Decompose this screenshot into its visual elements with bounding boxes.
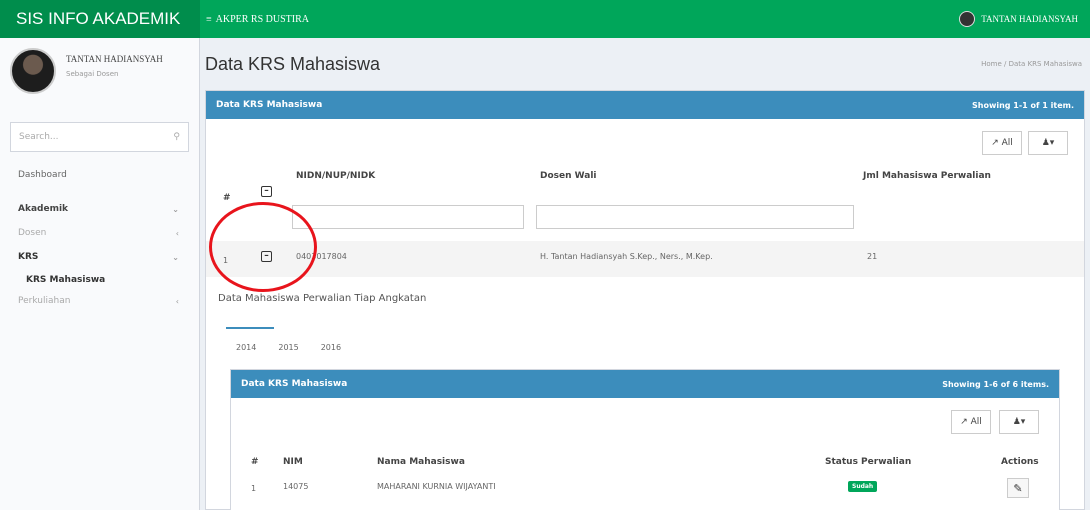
export-menu-button[interactable]: ♟▾ <box>999 410 1039 434</box>
sidebar-item-label: Dosen <box>18 228 47 238</box>
sidebar-item-akademik[interactable]: Akademik ⌄ <box>0 196 199 222</box>
sidebar-item-label: Akademik <box>18 204 69 214</box>
user-export-icon: ♟▾ <box>1012 417 1026 427</box>
column-header-jumlah[interactable]: Jml Mahasiswa Perwalian <box>863 171 991 181</box>
highlight-circle <box>209 202 317 292</box>
expand-arrows-icon: ↗ <box>991 138 1002 148</box>
column-header-status[interactable]: Status Perwalian <box>825 457 911 467</box>
tab-2016[interactable]: 2016 <box>321 343 341 352</box>
chevron-down-icon: ⌄ <box>172 252 179 262</box>
tab-2014[interactable]: 2014 <box>236 343 256 352</box>
row-number: 1 <box>251 484 257 493</box>
sidebar-user-role: Sebagai Dosen <box>66 70 119 78</box>
search-placeholder: Search... <box>19 132 59 142</box>
edit-button[interactable]: ✎ <box>1007 478 1029 498</box>
user-photo <box>10 48 56 94</box>
avatar <box>959 11 976 27</box>
main-content: Data KRS Mahasiswa Home / Data KRS Mahas… <box>200 38 1090 510</box>
hamburger-icon[interactable]: ≡ <box>206 14 212 25</box>
sidebar-item-label: KRS Mahasiswa <box>26 275 106 285</box>
row-nama: MAHARANI KURNIA WIJAYANTI <box>377 482 496 491</box>
sidebar-item-krs[interactable]: KRS ⌄ <box>0 244 199 270</box>
expand-arrows-icon: ↗ <box>960 417 971 427</box>
column-header-no: # <box>251 457 259 467</box>
top-navbar: SIS INFO AKADEMIK ≡ AKPER RS DUSTIRA TAN… <box>0 0 1090 38</box>
breadcrumb-current: Data KRS Mahasiswa <box>1008 60 1082 68</box>
tab-2015[interactable]: 2015 <box>278 343 298 352</box>
sidebar-item-perkuliahan[interactable]: Perkuliahan ‹ <box>0 290 199 312</box>
show-all-button[interactable]: ↗ All <box>951 410 991 434</box>
filter-nidn-input[interactable] <box>292 205 524 229</box>
search-input[interactable]: Search... ⚲ <box>10 122 189 152</box>
sidebar-item-label: KRS <box>18 252 39 262</box>
year-tabs: 2014 2015 2016 <box>236 343 341 352</box>
breadcrumb-home[interactable]: Home <box>981 60 1002 68</box>
box-title: Data KRS Mahasiswa <box>216 100 323 110</box>
active-tab-indicator <box>226 327 274 329</box>
institution-name: AKPER RS DUSTIRA <box>215 13 309 25</box>
status-badge: Sudah <box>848 481 878 492</box>
box-header: Data KRS Mahasiswa Showing 1-1 of 1 item… <box>206 91 1084 119</box>
krs-mahasiswa-box: Data KRS Mahasiswa Showing 1-6 of 6 item… <box>230 369 1060 510</box>
row-jumlah: 21 <box>867 252 878 261</box>
navbar-user-name: TANTAN HADIANSYAH <box>981 14 1078 24</box>
chevron-left-icon: ‹ <box>175 228 179 238</box>
box-title: Data KRS Mahasiswa <box>241 379 348 389</box>
sidebar-item-dosen[interactable]: Dosen ‹ <box>0 222 199 244</box>
column-header-actions: Actions <box>1001 457 1039 467</box>
column-header-dosen-wali[interactable]: Dosen Wali <box>540 171 597 181</box>
krs-dosen-box: Data KRS Mahasiswa Showing 1-1 of 1 item… <box>205 90 1085 510</box>
row-dosen-wali: H. Tantan Hadiansyah S.Kep., Ners., M.Ke… <box>540 252 713 261</box>
search-icon[interactable]: ⚲ <box>173 132 180 142</box>
column-header-no: # <box>223 193 231 203</box>
detail-title: Data Mahasiswa Perwalian Tiap Angkatan <box>218 293 427 304</box>
show-all-label: All <box>970 417 982 427</box>
page-title: Data KRS Mahasiswa <box>205 54 381 74</box>
sidebar-item-label: Dashboard <box>18 170 67 180</box>
pencil-icon: ✎ <box>1013 481 1023 495</box>
filter-dosen-input[interactable] <box>536 205 854 229</box>
brand-logo[interactable]: SIS INFO AKADEMIK <box>0 0 200 38</box>
show-all-label: All <box>1001 138 1013 148</box>
user-export-icon: ♟▾ <box>1041 138 1055 148</box>
box-header: Data KRS Mahasiswa Showing 1-6 of 6 item… <box>231 370 1059 398</box>
column-header-nama[interactable]: Nama Mahasiswa <box>377 457 465 467</box>
sidebar-item-dashboard[interactable]: Dashboard <box>0 162 199 188</box>
sidebar-toggle[interactable]: ≡ AKPER RS DUSTIRA <box>206 14 309 25</box>
breadcrumb: Home / Data KRS Mahasiswa <box>981 60 1082 68</box>
sidebar-user-name: TANTAN HADIANSYAH <box>66 54 163 64</box>
column-header-nidn[interactable]: NIDN/NUP/NIDK <box>296 171 375 181</box>
sidebar-item-label: Perkuliahan <box>18 296 71 306</box>
user-panel: TANTAN HADIANSYAH Sebagai Dosen <box>0 38 199 112</box>
row-nim: 14075 <box>283 482 309 491</box>
column-header-nim[interactable]: NIM <box>283 457 303 467</box>
sidebar-menu: Dashboard Akademik ⌄ Dosen ‹ KRS ⌄ KRS M… <box>0 162 199 312</box>
box-summary: Showing 1-1 of 1 item. <box>971 100 1074 110</box>
export-menu-button[interactable]: ♟▾ <box>1028 131 1068 155</box>
sidebar: TANTAN HADIANSYAH Sebagai Dosen Search..… <box>0 38 200 510</box>
chevron-down-icon: ⌄ <box>172 204 179 214</box>
box-summary: Showing 1-6 of 6 items. <box>942 379 1049 389</box>
sidebar-item-krs-mahasiswa[interactable]: KRS Mahasiswa <box>0 270 199 290</box>
show-all-button[interactable]: ↗ All <box>982 131 1022 155</box>
expand-toggle-icon[interactable]: – <box>261 186 272 197</box>
chevron-left-icon: ‹ <box>175 296 179 306</box>
user-menu[interactable]: TANTAN HADIANSYAH <box>959 11 1078 27</box>
